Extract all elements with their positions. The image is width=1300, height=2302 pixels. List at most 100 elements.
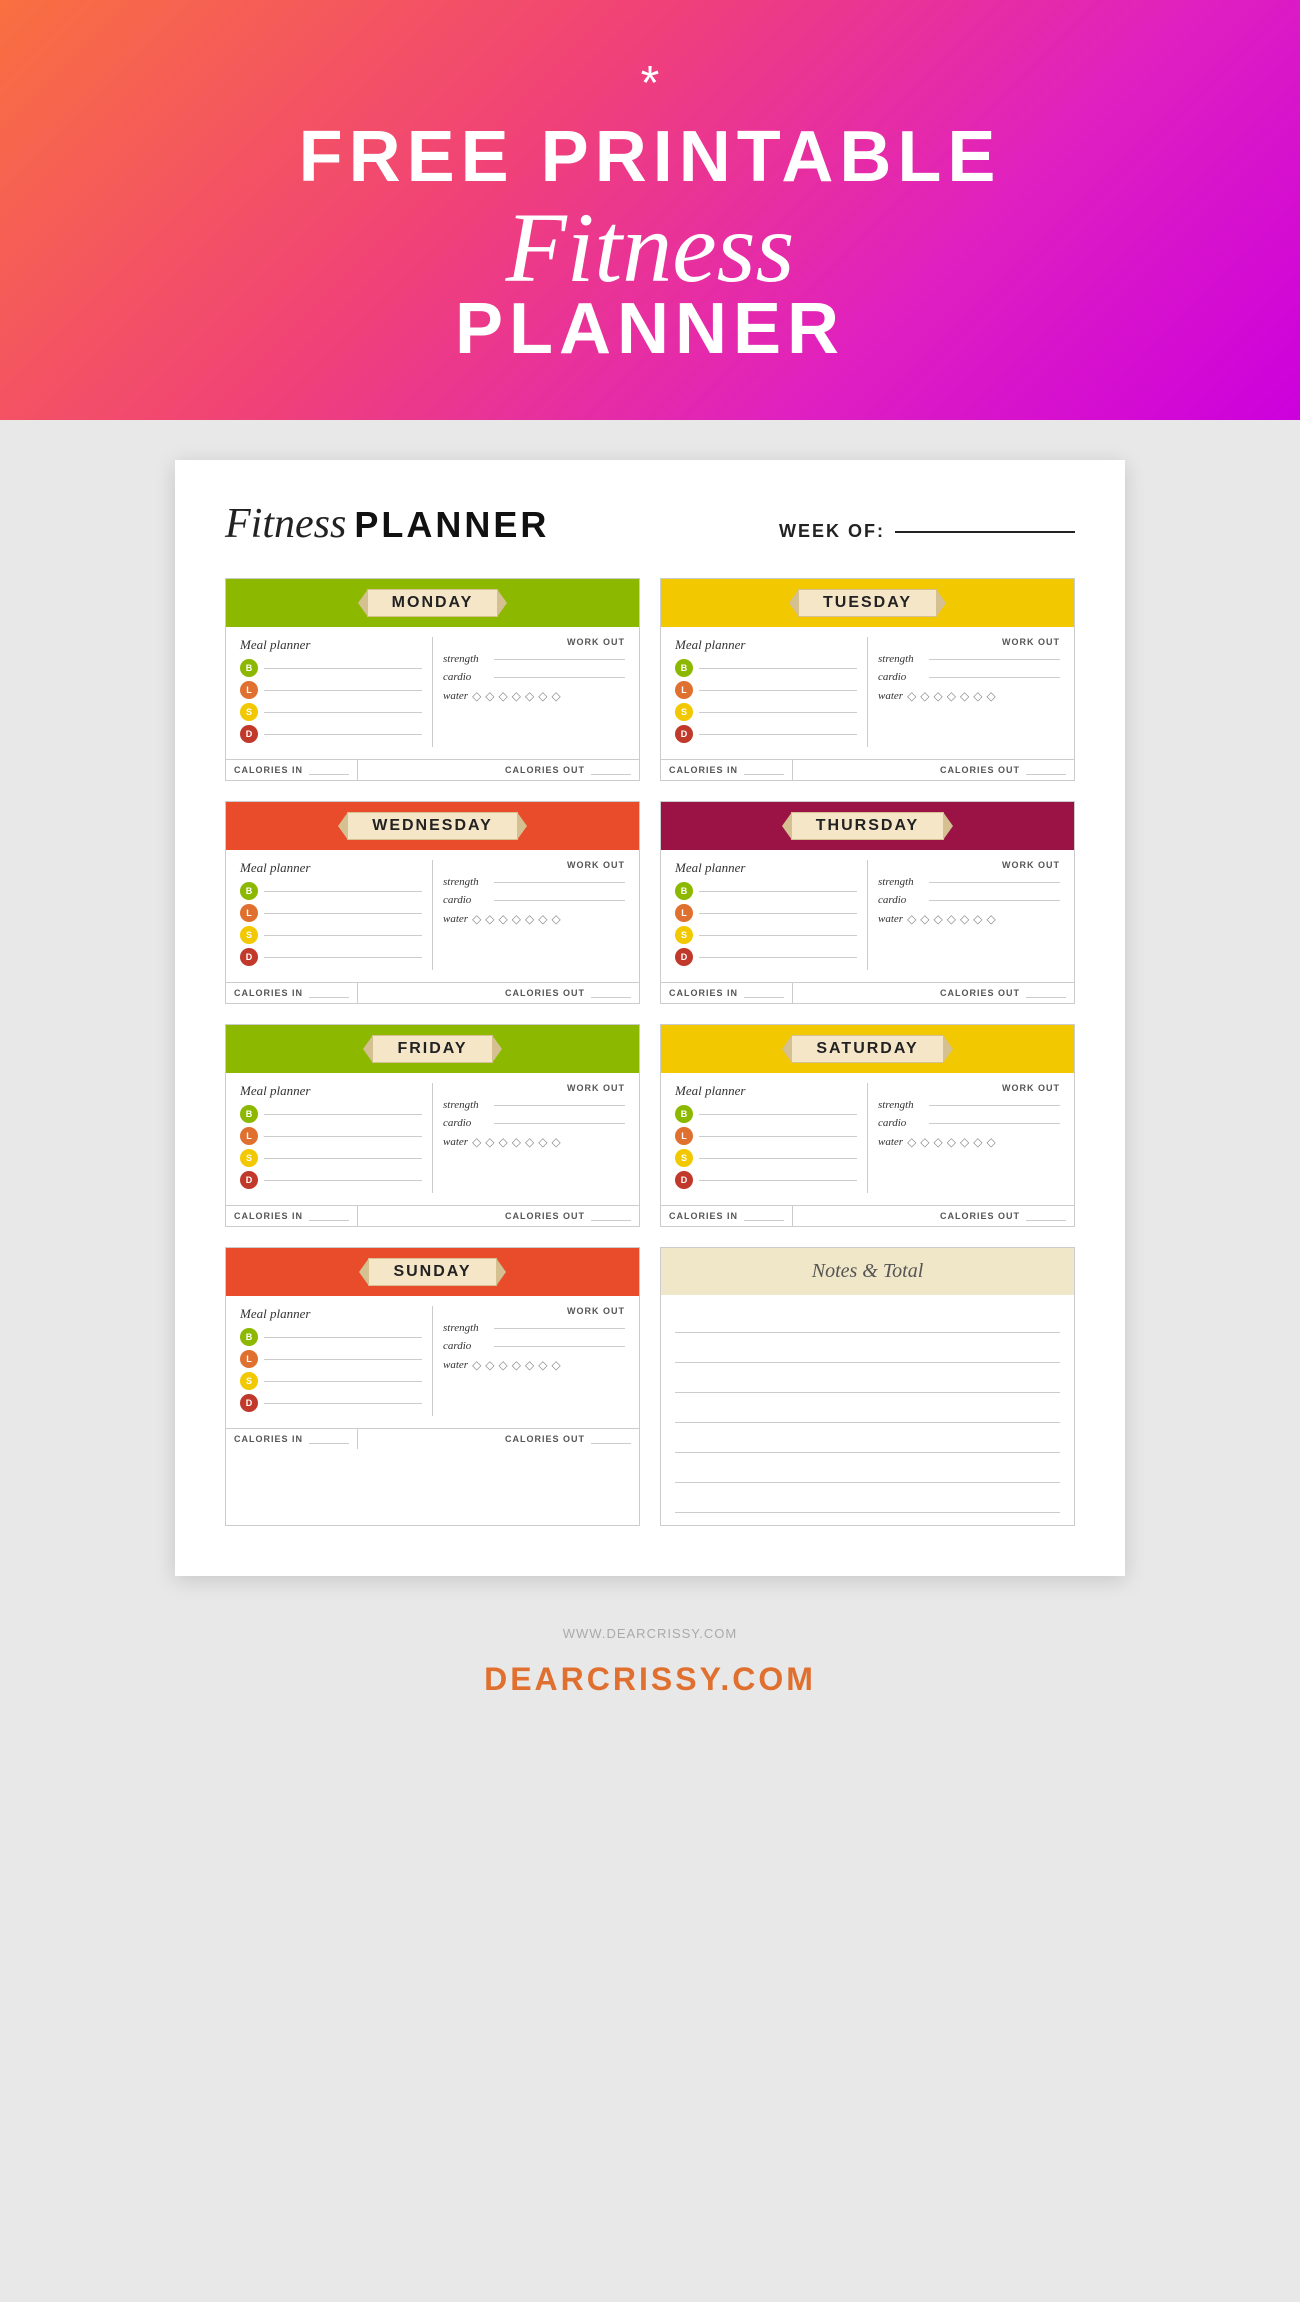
workout-cardio-row: cardio — [878, 894, 1060, 906]
meal-badge-s: S — [675, 1149, 693, 1167]
calories-in-cell: CALORIES IN — [226, 1429, 358, 1449]
water-drop-icon: ◇ — [499, 1135, 508, 1149]
meal-badge-l: L — [675, 681, 693, 699]
day-name-wednesday: WEDNESDAY — [347, 812, 518, 840]
meal-row: S — [675, 926, 857, 944]
day-card-friday: FRIDAYMeal plannerBLSDWORK OUTstrengthca… — [225, 1024, 640, 1227]
meal-row: S — [675, 1149, 857, 1167]
meal-row: B — [240, 1328, 422, 1346]
water-drop-icon: ◇ — [485, 1135, 494, 1149]
day-name-sunday: SUNDAY — [368, 1258, 496, 1286]
meal-row: S — [240, 703, 422, 721]
main-card: Fitness PLANNER WEEK OF: MONDAYMeal plan… — [175, 460, 1125, 1576]
calories-out-value[interactable] — [591, 988, 631, 998]
notes-title: Notes & Total — [812, 1260, 924, 1282]
water-drop-icon: ◇ — [551, 689, 560, 703]
workout-cardio-row: cardio — [443, 1340, 625, 1352]
workout-cardio-line — [929, 677, 1060, 678]
water-drop-icon: ◇ — [538, 912, 547, 926]
water-drop-icon: ◇ — [934, 912, 943, 926]
calories-in-value[interactable] — [744, 1211, 784, 1221]
workout-strength-label: strength — [443, 1322, 488, 1334]
workout-section: WORK OUTstrengthcardiowater ◇ ◇ ◇ ◇ ◇ ◇ … — [878, 637, 1060, 747]
calories-out-value[interactable] — [591, 765, 631, 775]
meal-badge-d: D — [675, 948, 693, 966]
meal-line — [264, 1158, 422, 1159]
water-drop-icon: ◇ — [920, 912, 929, 926]
calories-out-value[interactable] — [1026, 765, 1066, 775]
water-label: water — [443, 1359, 468, 1371]
day-body-saturday: Meal plannerBLSDWORK OUTstrengthcardiowa… — [661, 1073, 1074, 1199]
water-drop-icon: ◇ — [485, 912, 494, 926]
workout-strength-label: strength — [443, 653, 488, 665]
meal-section: Meal plannerBLSD — [240, 1083, 433, 1193]
calories-out-value[interactable] — [1026, 1211, 1066, 1221]
workout-cardio-label: cardio — [878, 1117, 923, 1129]
calories-bar: CALORIES INCALORIES OUT — [226, 1205, 639, 1226]
water-drop-icon: ◇ — [973, 1135, 982, 1149]
water-drop-icon: ◇ — [472, 1135, 481, 1149]
meal-section: Meal plannerBLSD — [675, 860, 868, 970]
day-card-saturday: SATURDAYMeal plannerBLSDWORK OUTstrength… — [660, 1024, 1075, 1227]
workout-cardio-line — [494, 900, 625, 901]
meal-badge-d: D — [240, 725, 258, 743]
meal-badge-b: B — [240, 659, 258, 677]
meal-badge-l: L — [240, 904, 258, 922]
calories-out-cell: CALORIES OUT — [497, 760, 639, 780]
workout-strength-row: strength — [443, 1099, 625, 1111]
calories-in-value[interactable] — [744, 765, 784, 775]
water-drop-icon: ◇ — [947, 689, 956, 703]
workout-cardio-row: cardio — [443, 894, 625, 906]
workout-title: WORK OUT — [443, 1306, 625, 1316]
meal-line — [264, 1114, 422, 1115]
calories-in-value[interactable] — [744, 988, 784, 998]
meal-line — [264, 913, 422, 914]
water-label: water — [443, 690, 468, 702]
workout-strength-row: strength — [443, 1322, 625, 1334]
meal-section: Meal plannerBLSD — [240, 1306, 433, 1416]
meal-row: D — [675, 725, 857, 743]
meal-row: L — [675, 681, 857, 699]
water-drop-icon: ◇ — [538, 1135, 547, 1149]
meal-title: Meal planner — [675, 1083, 857, 1099]
meal-row: D — [240, 948, 422, 966]
meal-line — [264, 1359, 422, 1360]
meal-line — [264, 1403, 422, 1404]
calories-in-cell: CALORIES IN — [661, 1206, 793, 1226]
calories-out-value[interactable] — [591, 1434, 631, 1444]
calories-in-cell: CALORIES IN — [661, 760, 793, 780]
workout-strength-line — [494, 1105, 625, 1106]
meal-badge-l: L — [675, 1127, 693, 1145]
meal-line — [699, 1158, 857, 1159]
header-planner: Planner — [455, 293, 845, 365]
water-drop-icon: ◇ — [551, 1358, 560, 1372]
water-label: water — [878, 1136, 903, 1148]
water-label: water — [878, 690, 903, 702]
notes-line — [675, 1335, 1060, 1363]
meal-row: L — [240, 1127, 422, 1145]
meal-row: L — [240, 1350, 422, 1368]
water-drop-icon: ◇ — [907, 1135, 916, 1149]
day-header-thursday: THURSDAY — [661, 802, 1074, 850]
workout-title: WORK OUT — [878, 860, 1060, 870]
meal-row: B — [240, 1105, 422, 1123]
meal-line — [264, 690, 422, 691]
meal-title: Meal planner — [240, 637, 422, 653]
meal-badge-s: S — [240, 926, 258, 944]
workout-title: WORK OUT — [443, 1083, 625, 1093]
water-drop-icon: ◇ — [960, 1135, 969, 1149]
day-body-monday: Meal plannerBLSDWORK OUTstrengthcardiowa… — [226, 627, 639, 753]
meal-row: L — [240, 904, 422, 922]
calories-out-value[interactable] — [591, 1211, 631, 1221]
meal-line — [699, 1180, 857, 1181]
meal-line — [264, 891, 422, 892]
calories-bar: CALORIES INCALORIES OUT — [226, 759, 639, 780]
calories-in-value[interactable] — [309, 765, 349, 775]
calories-in-value[interactable] — [309, 988, 349, 998]
water-drop-icon: ◇ — [525, 1135, 534, 1149]
calories-out-value[interactable] — [1026, 988, 1066, 998]
calories-in-value[interactable] — [309, 1211, 349, 1221]
day-name-thursday: THURSDAY — [791, 812, 944, 840]
calories-in-value[interactable] — [309, 1434, 349, 1444]
water-drop-icon: ◇ — [538, 689, 547, 703]
